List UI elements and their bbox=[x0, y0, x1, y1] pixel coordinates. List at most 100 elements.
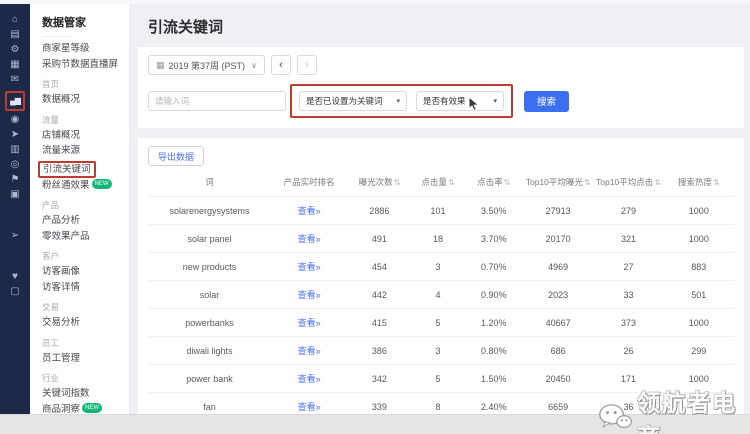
sidebar-item[interactable]: 访客详情 bbox=[42, 280, 129, 296]
send-icon[interactable]: ➢ bbox=[11, 230, 19, 243]
export-data-button[interactable]: 导出数据 bbox=[148, 146, 204, 166]
sidebar-section-label: 交易 bbox=[42, 301, 129, 313]
next-week-button[interactable]: › bbox=[297, 55, 317, 75]
sidebar-item[interactable]: 零效果产品 bbox=[42, 229, 129, 245]
favorites-icon[interactable]: ♥ bbox=[12, 271, 18, 284]
value-cell: 373 bbox=[593, 309, 663, 337]
value-cell: 0.90% bbox=[464, 281, 523, 309]
search-button[interactable]: 搜索 bbox=[524, 91, 569, 112]
sidebar-item[interactable]: 商家星等级 bbox=[42, 41, 129, 57]
keyword-cell: diwali lights bbox=[148, 337, 271, 365]
gear-icon[interactable]: ◎ bbox=[11, 159, 20, 172]
messages-icon[interactable]: ✉ bbox=[11, 74, 19, 87]
value-cell: 6659 bbox=[523, 393, 593, 415]
view-ranking-link[interactable]: 查看» bbox=[298, 374, 321, 384]
sidebar-item-label: 访客画像 bbox=[42, 266, 80, 277]
sidebar-section-label: 客户 bbox=[42, 250, 129, 262]
sidebar-item[interactable]: 采购节数据直播屏 bbox=[42, 57, 129, 73]
analytics-icon[interactable]: ▄▆ bbox=[5, 91, 25, 111]
week-picker[interactable]: ▦ 2019 第37周 (PST) ∨ bbox=[148, 55, 265, 75]
sidebar-item[interactable]: 数据概况 bbox=[42, 92, 129, 108]
view-ranking-link[interactable]: 查看» bbox=[298, 234, 321, 244]
sidebar-item[interactable]: 交易分析 bbox=[42, 315, 129, 331]
effect-select[interactable]: 是否有效果 ▾ bbox=[416, 91, 504, 111]
icon-rail: ⌂ ▤ ⚙ ▦ ✉ ▄▆ ◉ ➤ ▥ ◎ ⚑ ▣ ➢ ♥ ▢ bbox=[0, 4, 30, 414]
contacts-icon[interactable]: ◉ bbox=[11, 114, 20, 127]
sidebar-item[interactable]: 引流关键词 bbox=[38, 161, 96, 178]
sidebar-item[interactable]: 访客画像 bbox=[42, 264, 129, 280]
prev-week-button[interactable]: ‹ bbox=[271, 55, 291, 75]
sort-icon[interactable]: ⇅ bbox=[654, 178, 661, 187]
sidebar-item[interactable]: 粉丝通效果NEW bbox=[42, 178, 129, 194]
set-keyword-select[interactable]: 是否已设置为关键词 ▾ bbox=[299, 91, 407, 111]
view-ranking-link[interactable]: 查看» bbox=[298, 290, 321, 300]
rank-cell: 查看» bbox=[271, 225, 347, 253]
keyword-search-input[interactable] bbox=[148, 91, 286, 111]
value-cell: 3 bbox=[412, 337, 465, 365]
sort-icon[interactable]: ⇅ bbox=[713, 178, 720, 187]
media-icon[interactable]: ▣ bbox=[10, 189, 19, 202]
sidebar-item-label: 访客详情 bbox=[42, 282, 80, 293]
table-row: diwali lights查看»38630.80%68626299 bbox=[148, 337, 734, 365]
column-header[interactable]: 点击率⇅ bbox=[464, 168, 523, 197]
value-cell: 342 bbox=[347, 365, 411, 393]
value-cell: 1.20% bbox=[464, 309, 523, 337]
column-header[interactable]: 曝光次数⇅ bbox=[347, 168, 411, 197]
watermark-text: 领航者电商 bbox=[637, 384, 750, 434]
sidebar-section-label: 产品 bbox=[42, 199, 129, 211]
alerts-icon[interactable]: ⚑ bbox=[11, 174, 20, 187]
rank-cell: 查看» bbox=[271, 393, 347, 415]
page-title: 引流关键词 bbox=[148, 16, 744, 37]
chevron-down-icon: ∨ bbox=[251, 61, 257, 70]
sidebar-item[interactable]: 商品洞察NEW bbox=[42, 402, 129, 415]
products-icon[interactable]: ▥ bbox=[10, 144, 19, 157]
table-row: solar查看»44240.90%202333501 bbox=[148, 281, 734, 309]
sidebar-item-label: 商品洞察 bbox=[42, 404, 80, 415]
value-cell: 883 bbox=[664, 253, 734, 281]
value-cell: 3.50% bbox=[464, 197, 523, 225]
home-icon[interactable]: ⌂ bbox=[12, 14, 18, 27]
sidebar-item-label: 零效果产品 bbox=[42, 231, 90, 242]
value-cell: 442 bbox=[347, 281, 411, 309]
sort-icon[interactable]: ⇅ bbox=[448, 178, 455, 187]
view-ranking-link[interactable]: 查看» bbox=[298, 402, 321, 412]
sidebar-nav: 商家星等级采购节数据直播屏首页数据概况流量店铺概况流量来源引流关键词粉丝通效果N… bbox=[42, 41, 129, 414]
value-cell: 501 bbox=[664, 281, 734, 309]
settings-icon[interactable]: ⚙ bbox=[11, 44, 20, 57]
view-ranking-link[interactable]: 查看» bbox=[298, 206, 321, 216]
sidebar-title: 数据管家 bbox=[42, 14, 129, 30]
sort-icon[interactable]: ⇅ bbox=[394, 178, 401, 187]
keyword-cell: fan bbox=[148, 393, 271, 415]
column-header[interactable]: 搜索热度⇅ bbox=[664, 168, 734, 197]
sort-icon[interactable]: ⇅ bbox=[504, 178, 511, 187]
sidebar-item[interactable]: 流量来源 bbox=[42, 143, 129, 159]
value-cell: 1.50% bbox=[464, 365, 523, 393]
rank-cell: 查看» bbox=[271, 281, 347, 309]
sidebar-section-label: 流量 bbox=[42, 114, 129, 126]
value-cell: 33 bbox=[593, 281, 663, 309]
column-header[interactable]: 点击量⇅ bbox=[412, 168, 465, 197]
sidebar-item[interactable]: 店铺概况 bbox=[42, 128, 129, 144]
app-window: ⌂▤⚙▦✉▄▆◉➤▥◎⚑▣➢♥▢ 数据管家 商家星等级采购节数据直播屏首页数据概… bbox=[0, 0, 750, 434]
column-header[interactable]: Top10平均点击⇅ bbox=[593, 168, 663, 197]
orders-icon[interactable]: ▤ bbox=[10, 29, 19, 42]
main-content: 引流关键词 ▦ 2019 第37周 (PST) ∨ ‹ › 是否已设置为关键 bbox=[130, 4, 750, 414]
value-cell: 18 bbox=[412, 225, 465, 253]
sidebar-item[interactable]: 员工管理 bbox=[42, 351, 129, 367]
sort-icon[interactable]: ⇅ bbox=[584, 178, 591, 187]
set-keyword-select-value: 是否已设置为关键词 bbox=[306, 95, 383, 107]
share-icon[interactable]: ➤ bbox=[11, 129, 19, 142]
rank-cell: 查看» bbox=[271, 197, 347, 225]
view-ranking-link[interactable]: 查看» bbox=[298, 346, 321, 356]
rank-cell: 查看» bbox=[271, 253, 347, 281]
value-cell: 386 bbox=[347, 337, 411, 365]
apps-icon[interactable]: ▦ bbox=[10, 59, 19, 72]
value-cell: 5 bbox=[412, 309, 465, 337]
store-icon[interactable]: ▢ bbox=[10, 286, 19, 299]
sidebar-item[interactable]: 产品分析 bbox=[42, 213, 129, 229]
view-ranking-link[interactable]: 查看» bbox=[298, 262, 321, 272]
sidebar-item[interactable]: 关键词指数 bbox=[42, 386, 129, 402]
view-ranking-link[interactable]: 查看» bbox=[298, 318, 321, 328]
column-header[interactable]: Top10平均曝光⇅ bbox=[523, 168, 593, 197]
keyword-cell: solar bbox=[148, 281, 271, 309]
